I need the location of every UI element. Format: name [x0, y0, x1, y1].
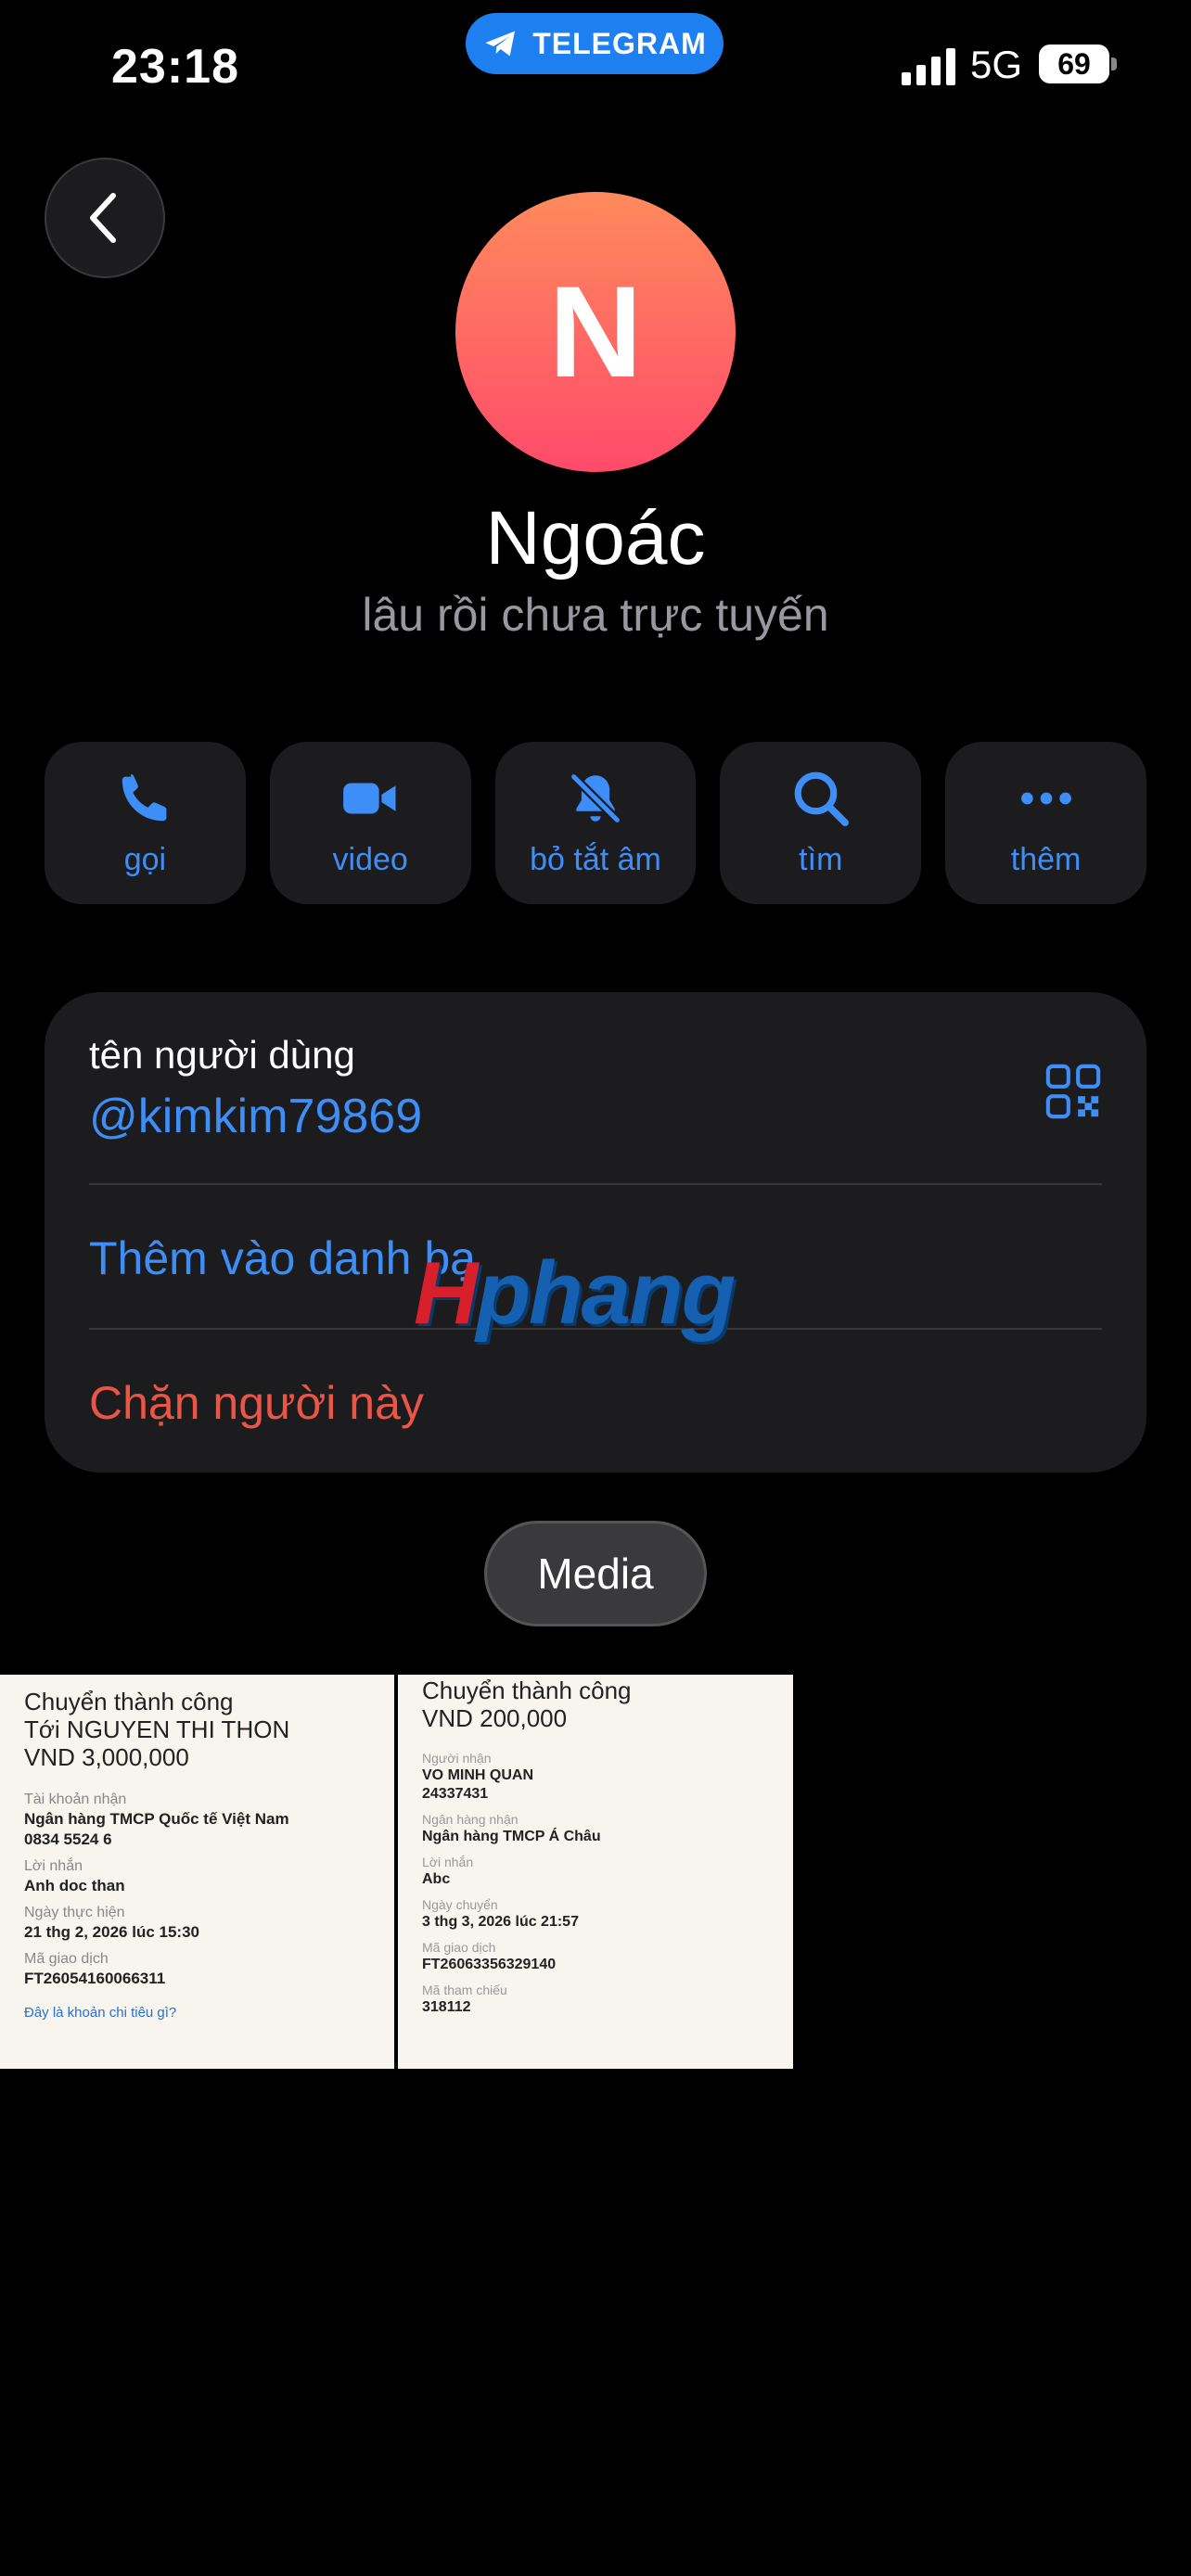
- telegram-label: TELEGRAM: [532, 26, 707, 60]
- media-thumbnail[interactable]: Chuyển thành công Tới NGUYEN THI THON VN…: [0, 1675, 394, 2069]
- receipt-field-value: FT26054160066311: [24, 1970, 166, 1987]
- chevron-left-icon: [90, 193, 116, 243]
- qr-code-icon[interactable]: [1044, 1063, 1102, 1120]
- receipt-field-label: Tài khoản nhận: [24, 1792, 127, 1807]
- more-button[interactable]: thêm: [945, 742, 1146, 904]
- receipt-field-value: 24337431: [422, 1786, 489, 1802]
- clock: 23:18: [111, 40, 239, 94]
- block-user-button[interactable]: Chặn người này: [89, 1376, 424, 1430]
- receipt: Chuyển thành công Tới NGUYEN THI THON VN…: [24, 1688, 289, 2021]
- receipt-field-label: Ngân hàng nhận: [422, 1812, 519, 1827]
- media-thumbnail[interactable]: Chuyển thành công VND 200,000 Người nhận…: [398, 1675, 793, 2069]
- last-seen-status: lâu rồi chưa trực tuyến: [362, 589, 829, 641]
- profile-name: Ngoác: [485, 496, 706, 580]
- network-type: 5G: [970, 43, 1023, 86]
- more-label: thêm: [1010, 842, 1082, 877]
- watermark-text: phang: [476, 1243, 736, 1343]
- avatar-letter: N: [548, 259, 643, 404]
- receipt: Chuyển thành công VND 200,000 Người nhận…: [422, 1677, 632, 2016]
- receipt-field-label: Người nhận: [422, 1751, 492, 1766]
- video-icon: [343, 783, 396, 814]
- receipt-link: Đây là khoản chi tiêu gì?: [24, 2005, 177, 2021]
- battery-icon: 69: [1039, 45, 1109, 83]
- more-icon: [1020, 792, 1071, 805]
- profile-info-card: tên người dùng @kimkim79869 Thêm vào dan…: [45, 992, 1146, 1473]
- tab-media[interactable]: Media: [484, 1521, 707, 1626]
- unmute-label: bỏ tắt âm: [530, 842, 661, 877]
- receipt-field-label: Mã giao dịch: [422, 1940, 496, 1955]
- receipt-recipient: Tới NGUYEN THI THON: [24, 1715, 290, 1743]
- receipt-field-label: Mã giao dịch: [24, 1951, 109, 1967]
- receipt-field-label: Ngày chuyển: [422, 1897, 498, 1912]
- watermark-h: H: [414, 1243, 478, 1343]
- username-label: tên người dùng: [89, 1033, 355, 1077]
- receipt-title: Chuyển thành công: [422, 1677, 632, 1704]
- telegram-icon: [485, 31, 516, 57]
- battery-level: 69: [1057, 46, 1091, 81]
- signal-icon: [902, 48, 955, 85]
- unmute-button[interactable]: bỏ tắt âm: [494, 742, 697, 904]
- telegram-return-pill[interactable]: TELEGRAM: [466, 13, 724, 74]
- receipt-amount: VND 200,000: [422, 1704, 568, 1732]
- receipt-field-value: VO MINH QUAN: [422, 1767, 533, 1783]
- receipt-field-value: FT26063356329140: [422, 1957, 557, 1972]
- receipt-field-label: Lời nhắn: [422, 1855, 474, 1869]
- action-bar: gọi video bỏ tắt âm tìm thêm: [45, 742, 1146, 904]
- username-link[interactable]: @kimkim79869: [89, 1089, 422, 1144]
- receipt-field-value: 0834 5524 6: [24, 1830, 112, 1848]
- status-bar: 23:18 TELEGRAM 5G 69: [0, 0, 1191, 130]
- receipt-field-value: Anh doc than: [24, 1877, 125, 1894]
- receipt-field-value: 3 thg 3, 2026 lúc 21:57: [422, 1914, 579, 1930]
- bell-slash-icon: [570, 773, 621, 823]
- receipt-field-value: Ngân hàng TMCP Á Châu: [422, 1829, 601, 1844]
- search-label: tìm: [799, 842, 843, 877]
- receipt-field-value: Abc: [422, 1871, 451, 1887]
- call-button[interactable]: gọi: [45, 742, 246, 904]
- back-button[interactable]: [45, 158, 165, 278]
- call-label: gọi: [123, 842, 167, 877]
- receipt-amount: VND 3,000,000: [24, 1743, 189, 1771]
- receipt-field-label: Lời nhắn: [24, 1858, 83, 1874]
- search-icon: [794, 772, 849, 826]
- receipt-field-value: Ngân hàng TMCP Quốc tế Việt Nam: [24, 1810, 289, 1828]
- avatar[interactable]: N: [455, 192, 736, 472]
- receipt-field-label: Mã tham chiếu: [422, 1983, 507, 1997]
- receipt-field-value: 21 thg 2, 2026 lúc 15:30: [24, 1923, 199, 1941]
- divider: [89, 1183, 1102, 1185]
- battery-nub: [1111, 57, 1117, 70]
- receipt-title: Chuyển thành công: [24, 1688, 234, 1715]
- receipt-field-label: Ngày thực hiện: [24, 1905, 125, 1920]
- video-label: video: [332, 842, 408, 877]
- phone-icon: [122, 773, 167, 822]
- search-button[interactable]: tìm: [720, 742, 922, 904]
- receipt-field-value: 318112: [422, 1999, 471, 2015]
- video-button[interactable]: video: [269, 742, 471, 904]
- watermark-logo: Hphang: [414, 1243, 736, 1345]
